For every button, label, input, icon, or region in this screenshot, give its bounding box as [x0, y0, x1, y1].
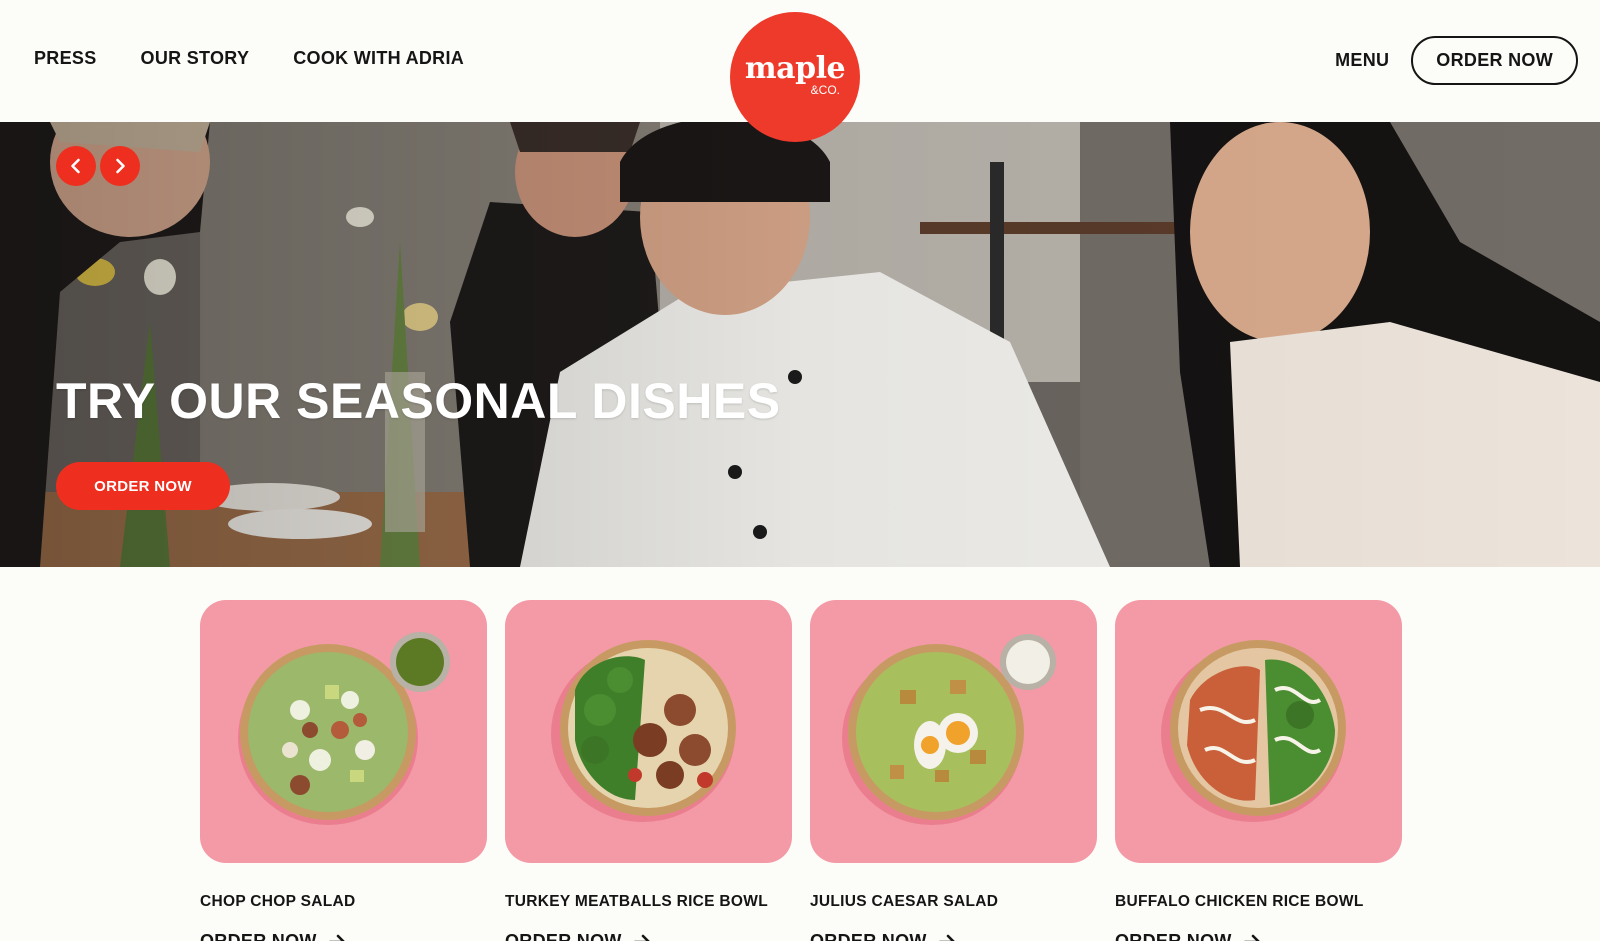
hero-banner: TRY OUR SEASONAL DISHES ORDER NOW — [0, 122, 1600, 567]
product-order-now-link[interactable]: ORDER NOW — [810, 931, 1097, 941]
nav-press[interactable]: PRESS — [34, 48, 97, 69]
product-image[interactable] — [200, 600, 487, 863]
chevron-left-icon — [71, 158, 80, 174]
order-now-label: ORDER NOW — [810, 931, 927, 941]
order-now-label: ORDER NOW — [505, 931, 622, 941]
hero-order-now-button[interactable]: ORDER NOW — [56, 462, 230, 510]
hero-title: TRY OUR SEASONAL DISHES — [56, 373, 781, 429]
product-order-now-link[interactable]: ORDER NOW — [505, 931, 792, 941]
nav-menu[interactable]: MENU — [1335, 50, 1389, 71]
product-title: JULIUS CAESAR SALAD — [810, 893, 999, 910]
product-grid: CHOP CHOP SALAD ORDER NOW TURKEY MEATBAL… — [200, 600, 1402, 941]
product-order-now-link[interactable]: ORDER NOW — [1115, 931, 1402, 941]
buffalo-bowl-image — [1161, 640, 1346, 822]
order-now-label: ORDER NOW — [200, 931, 317, 941]
hero-photo — [0, 122, 1600, 567]
primary-nav: PRESS OUR STORY COOK WITH ADRIA — [34, 48, 464, 69]
product-image[interactable] — [810, 600, 1097, 863]
arrow-right-icon — [1243, 934, 1260, 941]
product-card-turkey-meatballs-rice-bowl: TURKEY MEATBALLS RICE BOWL ORDER NOW — [505, 600, 792, 941]
product-order-now-link[interactable]: ORDER NOW — [200, 931, 487, 941]
carousel-prev-button[interactable] — [56, 146, 96, 186]
arrow-right-icon — [633, 934, 650, 941]
brand-logo[interactable]: maple &CO. — [730, 12, 860, 142]
order-now-label: ORDER NOW — [1115, 931, 1232, 941]
nav-cook-with-adria[interactable]: COOK WITH ADRIA — [293, 48, 464, 69]
product-image[interactable] — [505, 600, 792, 863]
logo-sub: &CO. — [810, 83, 840, 97]
product-card-chop-chop-salad: CHOP CHOP SALAD ORDER NOW — [200, 600, 487, 941]
chevron-right-icon — [116, 158, 125, 174]
product-card-julius-caesar-salad: JULIUS CAESAR SALAD ORDER NOW — [810, 600, 1097, 941]
logo-wordmark: maple — [744, 51, 846, 86]
product-title: TURKEY MEATBALLS RICE BOWL — [505, 893, 768, 910]
product-card-buffalo-chicken-rice-bowl: BUFFALO CHICKEN RICE BOWL ORDER NOW — [1115, 600, 1402, 941]
product-title: BUFFALO CHICKEN RICE BOWL — [1115, 893, 1364, 910]
arrow-right-icon — [938, 934, 955, 941]
product-title: CHOP CHOP SALAD — [200, 893, 356, 910]
rice-bowl-image — [551, 640, 736, 822]
caesar-salad-image — [842, 634, 1056, 825]
header-actions: MENU ORDER NOW — [1335, 36, 1578, 85]
product-image[interactable] — [1115, 600, 1402, 863]
carousel-next-button[interactable] — [100, 146, 140, 186]
header-order-now-button[interactable]: ORDER NOW — [1411, 36, 1578, 85]
nav-our-story[interactable]: OUR STORY — [141, 48, 250, 69]
arrow-right-icon — [328, 934, 345, 941]
salad-bowl-image — [238, 632, 450, 825]
